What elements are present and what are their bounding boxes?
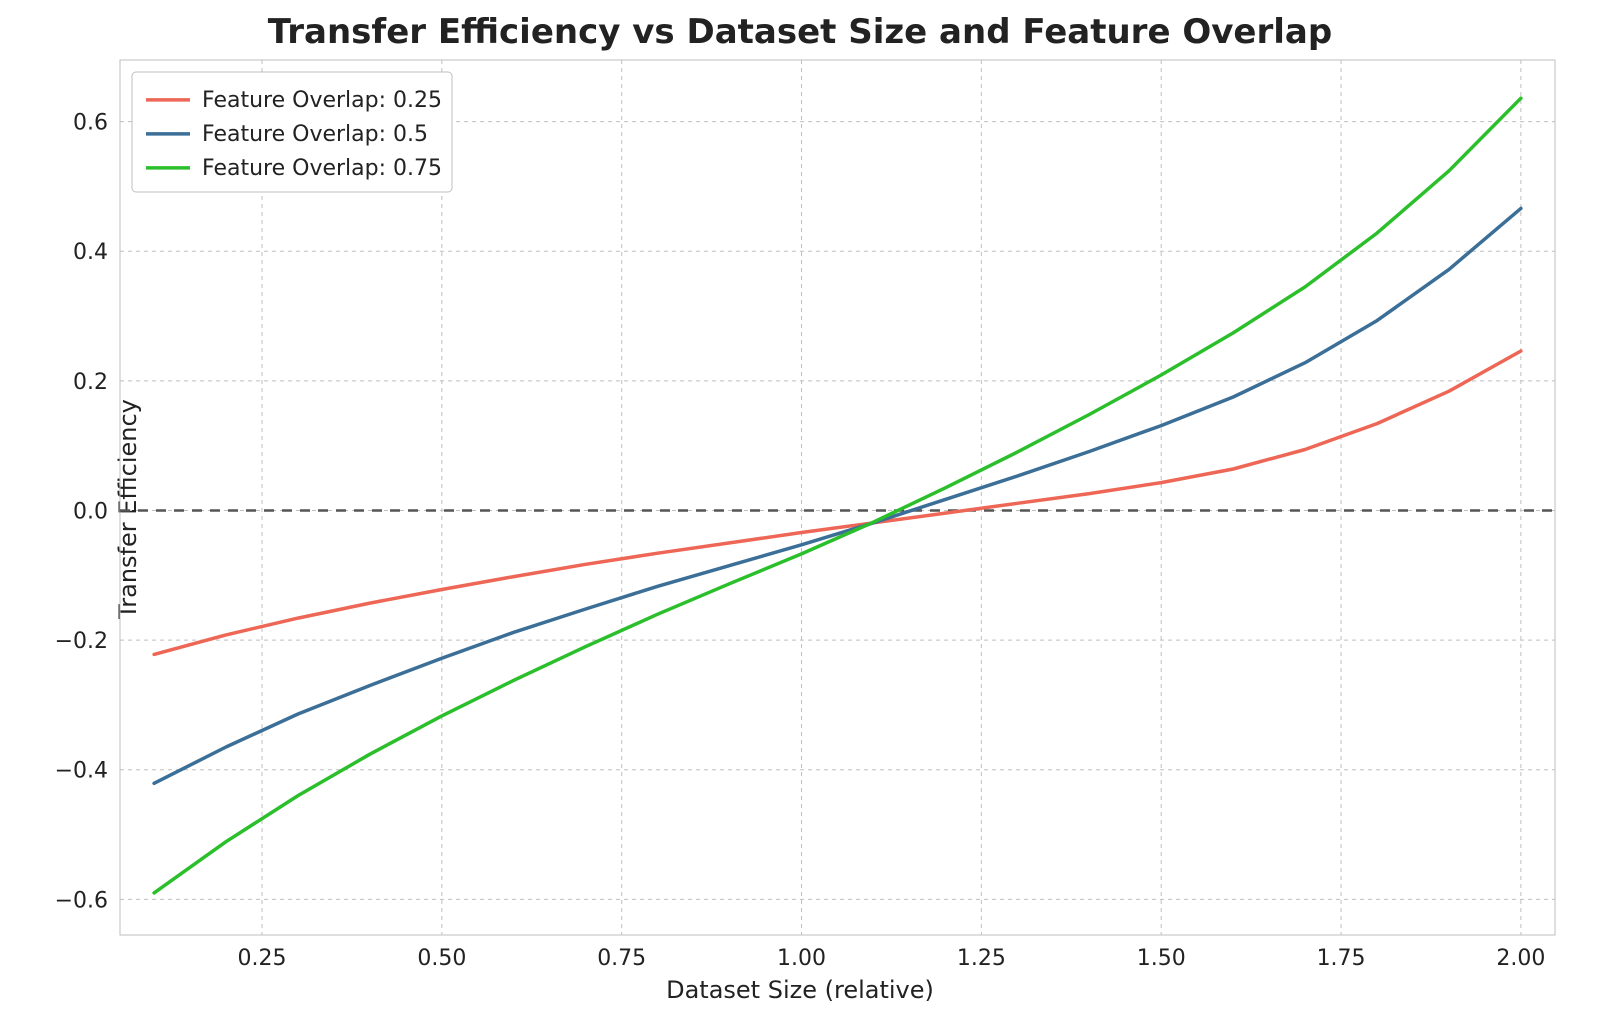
chart-container: Transfer Efficiency vs Dataset Size and … — [0, 0, 1600, 1018]
x-tick-label: 1.75 — [1317, 946, 1366, 971]
x-tick-label: 0.75 — [597, 946, 646, 971]
legend-label: Feature Overlap: 0.5 — [202, 122, 428, 147]
series-line — [154, 98, 1521, 893]
y-tick-label: 0.0 — [73, 499, 108, 524]
legend-label: Feature Overlap: 0.75 — [202, 156, 442, 181]
y-tick-label: −0.2 — [55, 629, 108, 654]
y-tick-label: 0.4 — [73, 240, 108, 265]
legend-label: Feature Overlap: 0.25 — [202, 88, 442, 113]
y-tick-label: 0.2 — [73, 370, 108, 395]
x-tick-label: 0.50 — [417, 946, 466, 971]
x-tick-label: 2.00 — [1496, 946, 1545, 971]
x-tick-label: 1.00 — [777, 946, 826, 971]
x-tick-label: 1.25 — [957, 946, 1006, 971]
x-tick-label: 1.50 — [1137, 946, 1186, 971]
y-tick-label: −0.6 — [55, 888, 108, 913]
series-line — [154, 351, 1521, 654]
chart-svg: 0.25 0.50 0.75 1.00 1.25 1.50 1.75 2.00 −0.6 −0.4… — [0, 0, 1600, 1018]
y-tick-label: −0.4 — [55, 759, 108, 784]
y-tick-label: 0.6 — [73, 111, 108, 136]
series-line — [154, 208, 1521, 783]
x-tick-label: 0.25 — [238, 946, 287, 971]
